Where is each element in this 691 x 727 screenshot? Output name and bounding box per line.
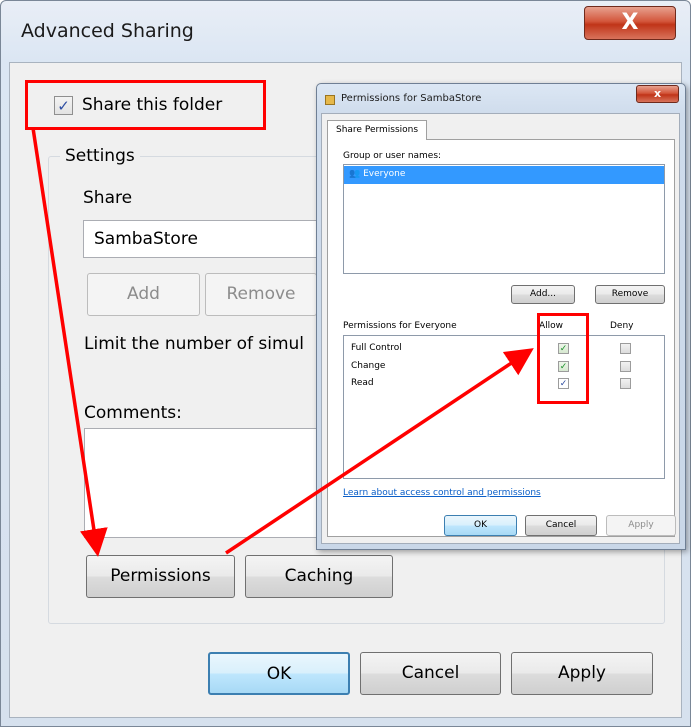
arrow-to-permissions-button xyxy=(31,127,108,557)
arrow-to-allow-column xyxy=(225,348,534,555)
annotation-arrows xyxy=(31,127,534,557)
